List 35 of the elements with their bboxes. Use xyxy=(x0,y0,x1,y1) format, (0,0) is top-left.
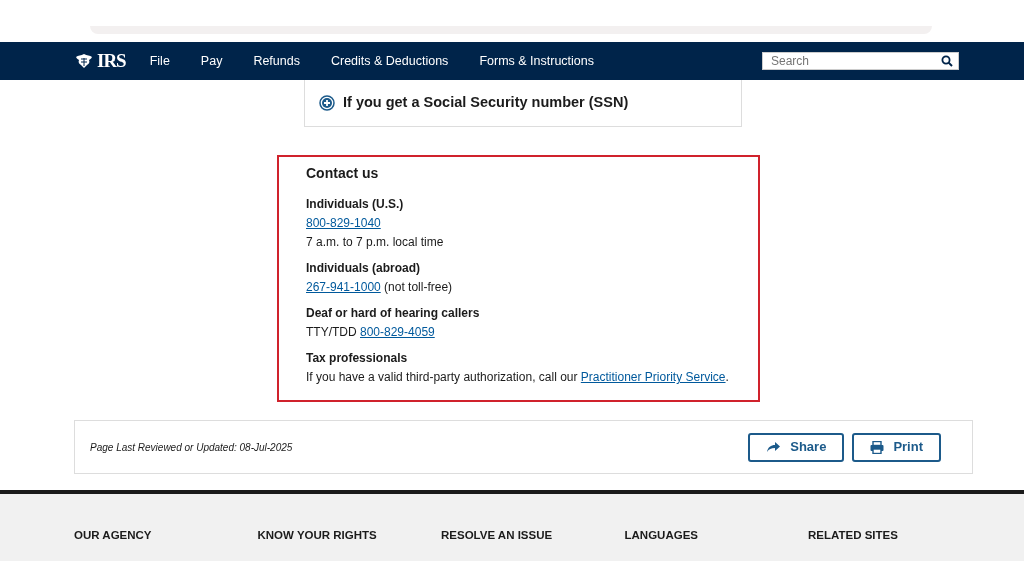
search-icon[interactable] xyxy=(941,55,953,67)
nav-link[interactable]: Credits & Deductions xyxy=(330,51,449,71)
section-title: Contact us xyxy=(306,164,380,183)
contact-heading: Tax professionals xyxy=(306,350,409,367)
phone-link[interactable]: 800-829-4059 xyxy=(360,325,435,339)
nav-link[interactable]: Pay xyxy=(200,51,223,71)
share-button[interactable]: Share xyxy=(748,432,845,462)
search-field[interactable]: Search xyxy=(762,52,959,70)
nav-link[interactable]: Refunds xyxy=(253,51,300,71)
footer-heading: OUR AGENCY xyxy=(74,529,152,541)
service-link[interactable]: Practitioner Priority Service xyxy=(580,370,726,384)
phone-link[interactable]: 800-829-1040 xyxy=(306,216,381,230)
print-button[interactable]: Print xyxy=(852,432,941,462)
contact-text: 7 a.m. to 7 p.m. local time xyxy=(306,235,444,249)
contact-line: 267-941-1000 (not toll-free) xyxy=(306,279,454,296)
contact-heading: Individuals (U.S.) xyxy=(306,196,405,213)
contact-heading: Deaf or hard of hearing callers xyxy=(306,305,481,322)
phone-link[interactable]: 267-941-1000 xyxy=(306,280,381,294)
plus-circle-icon xyxy=(319,95,335,111)
nav-link[interactable]: Forms & Instructions xyxy=(479,51,594,71)
site-logo[interactable]: IRS xyxy=(97,46,126,76)
share-arrow-icon xyxy=(766,441,782,453)
contact-line: TTY/TDD 800-829-4059 xyxy=(306,324,436,341)
eagle-emblem-icon xyxy=(75,53,93,69)
contact-line: If you have a valid third-party authorization, call our Practitioner Priority Service. xyxy=(306,369,730,386)
contact-heading: Individuals (abroad) xyxy=(306,260,421,277)
footer-heading: RELATED SITES xyxy=(808,529,898,541)
accordion-item[interactable]: If you get a Social Security number (SSN) xyxy=(304,80,742,127)
accordion-title: If you get a Social Security number (SSN) xyxy=(343,93,629,113)
footer-heading: KNOW YOUR RIGHTS xyxy=(257,529,377,541)
nav-link[interactable]: File xyxy=(149,51,170,71)
last-reviewed-date: Page Last Reviewed or Updated: 08-Jul-2025 xyxy=(90,440,293,455)
footer-heading: RESOLVE AN ISSUE xyxy=(441,529,553,541)
printer-icon xyxy=(870,440,885,454)
footer-heading: LANGUAGES xyxy=(624,529,698,541)
